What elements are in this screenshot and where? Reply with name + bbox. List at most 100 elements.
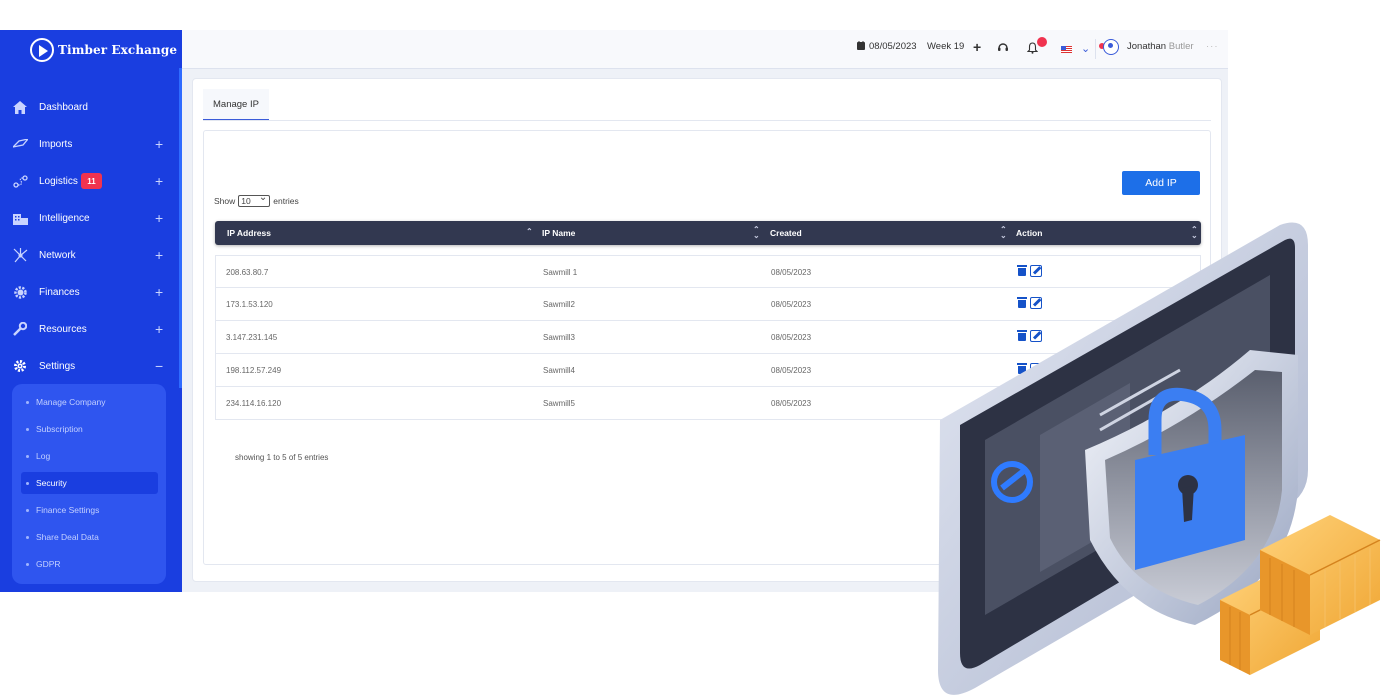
home-icon xyxy=(12,99,28,115)
collapse-icon[interactable]: − xyxy=(155,359,163,373)
cell-ip-name: Sawmill3 xyxy=(543,333,576,342)
bullet-icon xyxy=(26,481,29,485)
cell-ip-address: 234.114.16.120 xyxy=(226,399,282,408)
sidebar-item-dashboard[interactable]: Dashboard xyxy=(0,89,182,125)
submenu-item-label: Manage Company xyxy=(36,397,106,407)
sidebar-item-label: Finances xyxy=(39,286,80,298)
route-icon xyxy=(12,173,28,189)
tab-manage-ip[interactable]: Manage IP xyxy=(203,89,269,121)
entries-selector: Show 10 entries xyxy=(214,192,299,207)
submenu-item-share-deal-data[interactable]: Share Deal Data xyxy=(21,526,158,548)
show-label: Show xyxy=(214,196,236,206)
column-header-label: IP Name xyxy=(542,228,576,238)
bullet-icon xyxy=(26,454,29,458)
submenu-item-subscription[interactable]: Subscription xyxy=(21,418,158,440)
submenu-item-label: GDPR xyxy=(36,559,61,569)
bullet-icon xyxy=(26,562,29,566)
security-illustration xyxy=(938,222,1381,695)
submenu-item-label: Share Deal Data xyxy=(36,532,99,542)
add-icon[interactable]: + xyxy=(973,39,981,55)
current-date: 08/05/2023 xyxy=(869,41,917,52)
gear-coin-icon xyxy=(12,284,28,300)
add-ip-button[interactable]: Add IP xyxy=(1122,171,1200,195)
us-flag-icon[interactable] xyxy=(1061,46,1072,53)
user-last-name: Butler xyxy=(1168,41,1194,52)
chevron-down-icon[interactable]: ⌄ xyxy=(1081,42,1090,55)
expand-icon[interactable]: + xyxy=(155,285,163,299)
sidebar-item-label: Logistics xyxy=(39,175,78,187)
column-header-label: IP Address xyxy=(227,228,271,238)
column-header-created[interactable]: Created xyxy=(770,221,802,245)
column-header-ip-address[interactable]: IP Address xyxy=(227,221,271,245)
sidebar-item-imports[interactable]: Imports + xyxy=(0,126,182,162)
cell-ip-name: Sawmill2 xyxy=(543,300,576,309)
sidebar-item-label: Imports xyxy=(39,138,73,150)
sidebar-item-label: Dashboard xyxy=(39,101,88,113)
submenu-item-security[interactable]: Security xyxy=(21,472,158,494)
gear-icon xyxy=(12,358,28,374)
expand-icon[interactable]: + xyxy=(155,211,163,225)
network-icon xyxy=(12,247,28,263)
sidebar-item-finances[interactable]: Finances + xyxy=(0,274,182,310)
bullet-icon xyxy=(26,400,29,404)
bullet-icon xyxy=(26,508,29,512)
submenu-item-manage-company[interactable]: Manage Company xyxy=(21,391,158,413)
sidebar-item-settings[interactable]: Settings − xyxy=(0,348,182,384)
expand-icon[interactable]: + xyxy=(155,137,163,151)
cell-created: 08/05/2023 xyxy=(771,366,812,375)
column-header-label: Created xyxy=(770,228,802,238)
cell-created: 08/05/2023 xyxy=(771,333,812,342)
user-first-name: Jonathan xyxy=(1127,41,1167,52)
expand-icon[interactable]: + xyxy=(155,174,163,188)
sidebar-item-label: Resources xyxy=(39,323,87,335)
cell-ip-address: 198.112.57.249 xyxy=(226,366,282,375)
sidebar-item-logistics[interactable]: Logistics 11 + xyxy=(0,163,182,199)
sidebar-item-intelligence[interactable]: Intelligence + xyxy=(0,200,182,236)
cell-ip-address: 173.1.53.120 xyxy=(226,300,273,309)
cell-ip-name: Sawmill5 xyxy=(543,399,576,408)
sort-asc-icon[interactable]: ⌃ xyxy=(526,228,533,236)
column-header-ip-name[interactable]: IP Name xyxy=(542,221,575,245)
submenu-item-label: Finance Settings xyxy=(36,505,100,515)
cell-created: 08/05/2023 xyxy=(771,300,812,309)
sidebar-item-label: Network xyxy=(39,249,76,261)
tab-divider xyxy=(203,120,1211,121)
expand-icon[interactable]: + xyxy=(155,322,163,336)
submenu-item-label: Security xyxy=(36,478,67,488)
entries-select[interactable]: 10 xyxy=(238,192,271,207)
brand-name: Timber Exchange xyxy=(58,43,178,57)
avatar[interactable] xyxy=(1103,39,1119,55)
keyhole-slot xyxy=(1182,486,1194,522)
support-icon[interactable] xyxy=(997,41,1009,53)
calendar-icon xyxy=(857,41,865,50)
divider xyxy=(1095,39,1096,59)
submenu-item-gdpr[interactable]: GDPR xyxy=(21,553,158,575)
submenu-item-log[interactable]: Log xyxy=(21,445,158,467)
notification-dot xyxy=(1037,37,1047,47)
entries-label: entries xyxy=(273,196,299,206)
building-icon xyxy=(12,210,28,226)
cell-ip-address: 208.63.80.7 xyxy=(226,268,269,277)
wrench-icon xyxy=(12,321,28,337)
sidebar: Timber Exchange Dashboard Imports + Logi… xyxy=(0,30,182,592)
settings-submenu: Manage Company Subscription Log Security… xyxy=(12,384,166,584)
user-name[interactable]: Jonathan Butler xyxy=(1127,41,1194,52)
current-week: Week 19 xyxy=(927,41,965,52)
table-info: showing 1 to 5 of 5 entries xyxy=(235,453,329,462)
ship-icon xyxy=(12,136,28,152)
cell-ip-name: Sawmill4 xyxy=(543,366,576,375)
expand-icon[interactable]: + xyxy=(155,248,163,262)
bullet-icon xyxy=(26,427,29,431)
more-icon[interactable]: ··· xyxy=(1206,41,1219,52)
bullet-icon xyxy=(26,535,29,539)
sidebar-item-network[interactable]: Network + xyxy=(0,237,182,273)
notification-badge: 11 xyxy=(81,173,102,189)
cell-ip-address: 3.147.231.145 xyxy=(226,333,278,342)
cell-created: 08/05/2023 xyxy=(771,399,812,408)
submenu-item-label: Log xyxy=(36,451,51,461)
sort-icon[interactable]: ⌃ ⌄ xyxy=(753,226,760,240)
sidebar-item-resources[interactable]: Resources + xyxy=(0,311,182,347)
cell-ip-name: Sawmill 1 xyxy=(543,268,578,277)
submenu-item-finance-settings[interactable]: Finance Settings xyxy=(21,499,158,521)
brand-logo[interactable]: Timber Exchange xyxy=(30,37,177,63)
